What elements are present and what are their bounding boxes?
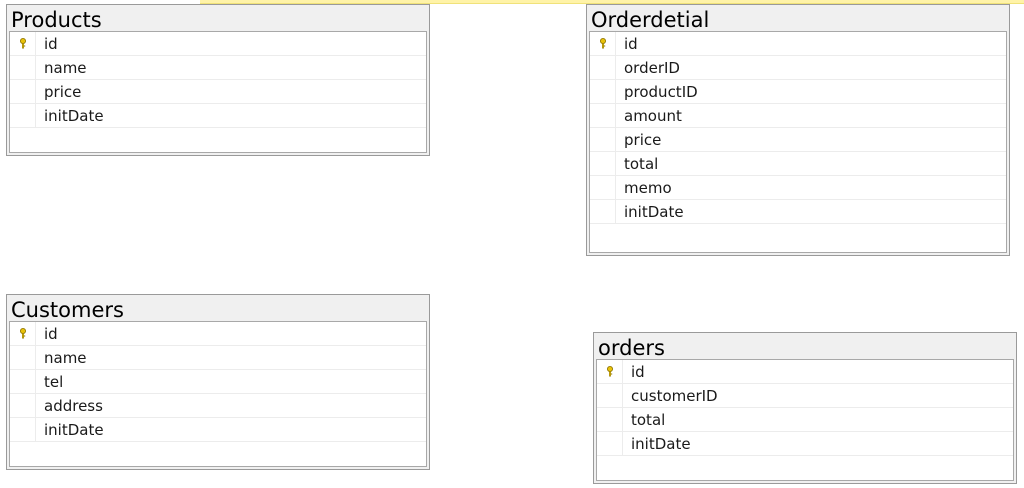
column-name: id [44, 324, 58, 343]
column-name: address [44, 396, 103, 415]
row-selector[interactable] [590, 128, 616, 151]
table-title[interactable]: Products [7, 5, 429, 31]
column-row[interactable]: price [10, 80, 426, 104]
column-name: id [624, 34, 638, 53]
row-selector[interactable] [10, 346, 36, 369]
column-list: id customerID total initDate [596, 359, 1014, 481]
table-customers[interactable]: Customers id name tel address initDate [6, 294, 430, 470]
column-name: total [624, 154, 659, 173]
column-name: total [631, 410, 666, 429]
column-row[interactable]: total [597, 408, 1013, 432]
column-row[interactable]: initDate [10, 418, 426, 442]
column-row[interactable]: orderID [590, 56, 1006, 80]
column-name: memo [624, 178, 672, 197]
row-selector[interactable] [597, 384, 623, 407]
row-selector[interactable] [10, 322, 36, 345]
row-selector[interactable] [10, 32, 36, 55]
column-row[interactable]: name [10, 56, 426, 80]
row-selector[interactable] [590, 104, 616, 127]
column-row[interactable]: initDate [590, 200, 1006, 224]
row-selector[interactable] [10, 418, 36, 441]
table-orderdetial[interactable]: Orderdetial id orderID productID amount … [586, 4, 1010, 256]
column-row[interactable]: memo [590, 176, 1006, 200]
column-row[interactable]: address [10, 394, 426, 418]
column-name: initDate [44, 106, 104, 125]
row-selector[interactable] [10, 80, 36, 103]
row-selector[interactable] [597, 408, 623, 431]
column-name: orderID [624, 58, 680, 77]
column-row[interactable]: initDate [597, 432, 1013, 456]
column-name: customerID [631, 386, 718, 405]
row-selector[interactable] [10, 370, 36, 393]
column-name: initDate [44, 420, 104, 439]
primary-key-icon [599, 38, 606, 49]
row-selector[interactable] [10, 56, 36, 79]
column-name: price [44, 82, 82, 101]
column-list: id name tel address initDate [9, 321, 427, 467]
column-row[interactable]: id [10, 32, 426, 56]
table-title[interactable]: orders [594, 333, 1016, 359]
column-row[interactable]: initDate [10, 104, 426, 128]
row-selector[interactable] [590, 200, 616, 223]
table-products[interactable]: Products id name price initDate [6, 4, 430, 156]
column-row[interactable]: id [10, 322, 426, 346]
row-selector[interactable] [590, 152, 616, 175]
column-row[interactable]: amount [590, 104, 1006, 128]
column-name: initDate [624, 202, 684, 221]
row-selector[interactable] [590, 56, 616, 79]
column-name: id [44, 34, 58, 53]
primary-key-icon [606, 366, 613, 377]
column-name: amount [624, 106, 682, 125]
column-list: id orderID productID amount price total [589, 31, 1007, 253]
table-title[interactable]: Orderdetial [587, 5, 1009, 31]
diagram-canvas: Products id name price initDate Orderdet… [0, 0, 1024, 488]
column-name: initDate [631, 434, 691, 453]
column-name: productID [624, 82, 698, 101]
column-row[interactable]: total [590, 152, 1006, 176]
primary-key-icon [19, 38, 26, 49]
table-orders[interactable]: orders id customerID total initDate [593, 332, 1017, 484]
column-row[interactable]: price [590, 128, 1006, 152]
column-list: id name price initDate [9, 31, 427, 153]
column-row[interactable]: tel [10, 370, 426, 394]
column-name: tel [44, 372, 64, 391]
primary-key-icon [19, 328, 26, 339]
column-row[interactable]: name [10, 346, 426, 370]
row-selector[interactable] [10, 104, 36, 127]
column-name: price [624, 130, 662, 149]
column-name: id [631, 362, 645, 381]
column-name: name [44, 58, 87, 77]
table-title[interactable]: Customers [7, 295, 429, 321]
column-name: name [44, 348, 87, 367]
row-selector[interactable] [590, 32, 616, 55]
row-selector[interactable] [10, 394, 36, 417]
row-selector[interactable] [590, 176, 616, 199]
column-row[interactable]: customerID [597, 384, 1013, 408]
row-selector[interactable] [597, 432, 623, 455]
column-row[interactable]: productID [590, 80, 1006, 104]
row-selector[interactable] [590, 80, 616, 103]
column-row[interactable]: id [597, 360, 1013, 384]
row-selector[interactable] [597, 360, 623, 383]
column-row[interactable]: id [590, 32, 1006, 56]
